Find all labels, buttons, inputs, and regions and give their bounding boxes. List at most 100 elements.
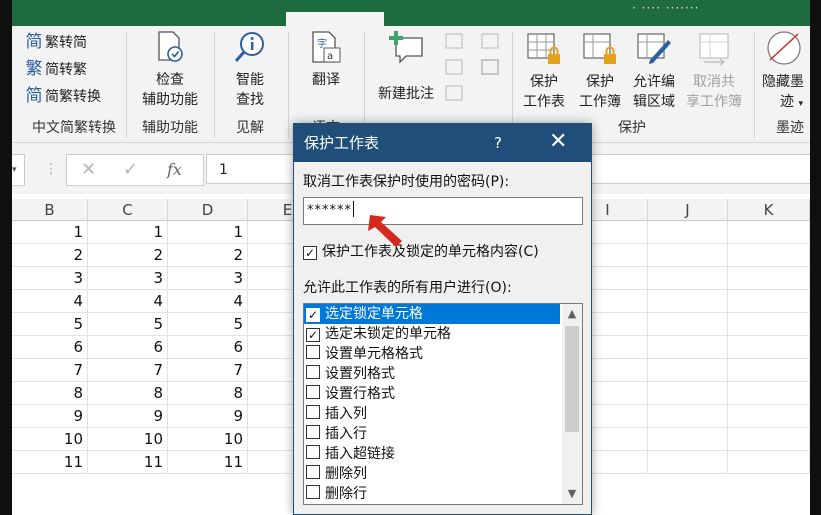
permission-item[interactable]: 设置行格式 [304,384,560,404]
name-box[interactable]: ▾ [12,154,25,186]
grid-cell[interactable]: 10 [168,428,248,451]
permission-item[interactable]: 设置单元格格式 [304,344,560,364]
grid-cell[interactable]: 11 [12,451,88,474]
grid-cell[interactable]: 1 [168,221,248,244]
permission-item[interactable]: 插入超链接 [304,444,560,464]
hide-ink-button[interactable]: 隐藏墨 迹 ▾ [762,30,810,114]
grid-cell[interactable]: 8 [168,382,248,405]
close-button[interactable]: ✕ [549,130,567,154]
simp-trad-convert-button[interactable]: 简简繁转换 [24,86,102,107]
grid-cell[interactable]: 9 [88,405,168,428]
trad-to-simp-button[interactable]: 简繁转简 [24,32,88,53]
grid-cell[interactable]: 6 [168,336,248,359]
grid-cell[interactable]: 9 [12,405,88,428]
translate-button[interactable]: 字 a 翻译 [294,30,358,90]
grid-cell[interactable]: 2 [168,244,248,267]
column-header-k[interactable]: K [728,199,810,221]
grid-cell[interactable]: 2 [88,244,168,267]
grid-cell[interactable]: 1 [88,221,168,244]
grid-cell[interactable]: 7 [12,359,88,382]
active-ribbon-tab[interactable] [286,12,384,26]
grid-cell[interactable] [648,382,728,405]
grid-cell[interactable]: 2 [12,244,88,267]
grid-cell[interactable]: 3 [168,267,248,290]
insert-function-icon[interactable]: fx [167,155,182,185]
smart-lookup-button[interactable]: 智能 查找 [218,30,282,110]
grid-cell[interactable] [728,451,810,474]
permission-item[interactable]: 删除列 [304,464,560,484]
grid-cell[interactable] [728,290,810,313]
column-header-d[interactable]: D [168,199,248,221]
grid-cell[interactable] [728,405,810,428]
scroll-down-icon[interactable]: ▼ [562,484,582,504]
checkbox[interactable] [306,485,320,499]
permissions-list[interactable]: ✓ 选定锁定单元格 ✓ 选定未锁定的单元格 设置单元格格式 设置列格式 设置行格式 插入列 插入… [303,303,583,505]
grid-cell[interactable] [648,313,728,336]
new-comment-button[interactable]: 新建批注 [368,30,444,104]
permission-item[interactable]: 插入列 [304,404,560,424]
permission-item[interactable]: 删除行 [304,484,560,504]
grid-cell[interactable] [728,359,810,382]
permission-item[interactable]: 插入行 [304,424,560,444]
checkbox[interactable] [306,385,320,399]
confirm-entry-icon[interactable]: ✓ [123,155,138,185]
password-input[interactable]: ****** [303,197,583,225]
namebox-dropdown-icon[interactable]: ▾ [12,155,17,185]
grid-cell[interactable]: 5 [88,313,168,336]
grid-cell[interactable]: 8 [12,382,88,405]
grid-cell[interactable] [728,428,810,451]
grid-cell[interactable] [728,336,810,359]
grid-cell[interactable] [728,244,810,267]
protect-contents-checkbox[interactable]: ✓ 保护工作表及锁定的单元格内容(C) [303,242,539,262]
grid-cell[interactable]: 10 [12,428,88,451]
grid-cell[interactable]: 4 [12,290,88,313]
grid-cell[interactable] [648,428,728,451]
protect-workbook-button[interactable]: 保护 工作簿 [572,30,628,112]
check-accessibility-button[interactable]: 检查 辅助功能 [132,30,208,110]
grid-cell[interactable] [648,336,728,359]
grid-cell[interactable]: 4 [88,290,168,313]
grid-cell[interactable] [648,405,728,428]
grid-cell[interactable]: 4 [168,290,248,313]
protect-sheet-button[interactable]: 保护 工作表 [516,30,572,112]
grid-cell[interactable]: 9 [168,405,248,428]
permission-item[interactable]: ✓ 选定锁定单元格 [304,304,560,324]
checkbox[interactable] [306,465,320,479]
grid-cell[interactable] [728,313,810,336]
checkbox[interactable] [306,345,320,359]
grid-cell[interactable] [728,382,810,405]
simp-to-trad-button[interactable]: 繁简转繁 [24,59,88,80]
checkbox[interactable]: ✓ [303,246,317,260]
checkbox[interactable] [306,365,320,379]
checkbox[interactable]: ✓ [306,328,320,342]
grid-cell[interactable] [648,244,728,267]
grid-cell[interactable]: 8 [88,382,168,405]
list-scrollbar[interactable]: ▲ ▼ [562,304,582,504]
checkbox[interactable] [306,425,320,439]
grid-cell[interactable]: 3 [12,267,88,290]
dialog-titlebar[interactable]: 保护工作表 ? ✕ [294,124,591,162]
grid-cell[interactable] [728,267,810,290]
grid-cell[interactable] [648,290,728,313]
checkbox[interactable] [306,405,320,419]
column-header-c[interactable]: C [88,199,168,221]
grid-cell[interactable]: 3 [88,267,168,290]
grid-cell[interactable]: 5 [12,313,88,336]
grid-cell[interactable]: 6 [88,336,168,359]
grid-cell[interactable]: 7 [168,359,248,382]
grid-cell[interactable] [728,221,810,244]
grid-cell[interactable]: 11 [168,451,248,474]
grid-cell[interactable]: 1 [12,221,88,244]
checkbox[interactable] [306,445,320,459]
grid-cell[interactable]: 11 [88,451,168,474]
help-button[interactable]: ? [494,133,502,153]
column-header-b[interactable]: B [12,199,88,221]
grid-cell[interactable] [648,267,728,290]
grid-cell[interactable]: 6 [12,336,88,359]
scroll-thumb[interactable] [565,326,579,432]
permission-item[interactable]: ✓ 选定未锁定的单元格 [304,324,560,344]
scroll-up-icon[interactable]: ▲ [562,304,582,324]
cancel-entry-icon[interactable]: ✕ [81,155,96,185]
column-header-j[interactable]: J [648,199,728,221]
grid-cell[interactable]: 10 [88,428,168,451]
